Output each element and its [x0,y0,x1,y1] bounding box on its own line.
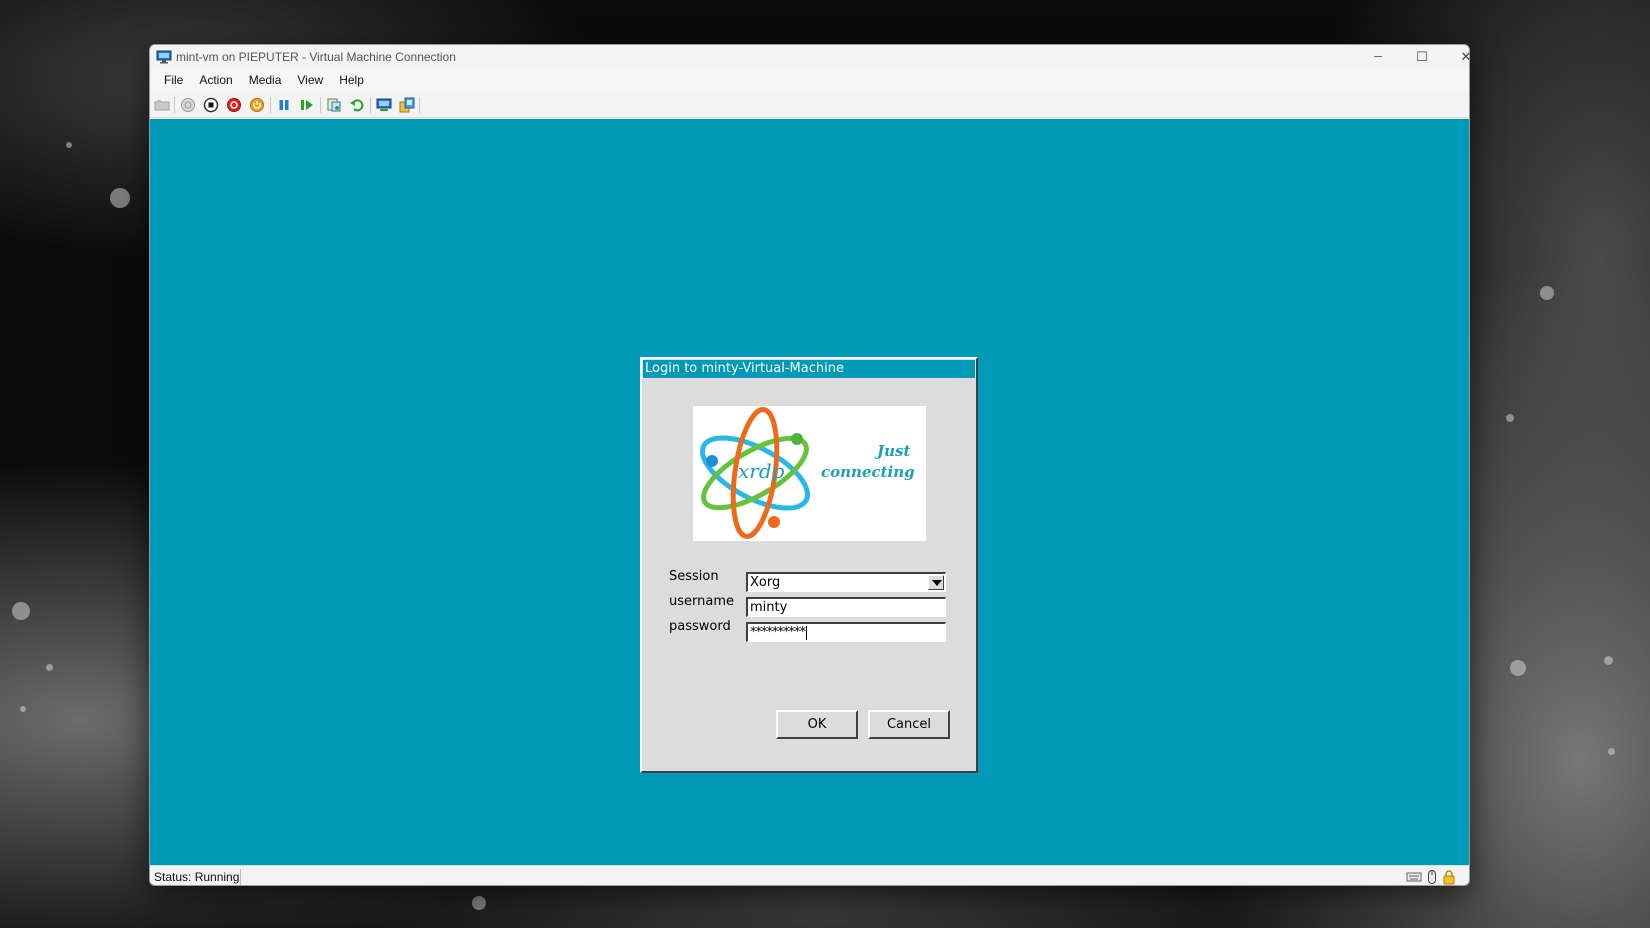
vm-connection-app-icon [156,50,172,64]
xrdp-login-dialog: Login to minty-Virtual-Machine xrdp Just… [640,357,978,773]
ctrl-alt-del-icon[interactable] [154,97,170,113]
toolbar-separator [370,97,371,113]
password-value: ********** [750,625,806,640]
cancel-button[interactable]: Cancel [868,710,950,739]
session-value: Xorg [750,575,781,590]
ok-button[interactable]: OK [776,710,858,739]
dialog-title[interactable]: Login to minty-Virtual-Machine [643,360,975,378]
password-input[interactable]: ********** [746,622,946,642]
chevron-down-icon[interactable] [928,575,944,590]
menu-view[interactable]: View [289,69,331,92]
username-label: username [669,594,734,609]
minimize-icon: ─ [1374,51,1382,63]
share-icon[interactable] [399,97,415,113]
keyboard-icon [1406,872,1422,882]
menu-bar: File Action Media View Help [150,69,1469,92]
background-bokeh [472,896,486,910]
vm-connection-window: mint-vm on PIEPUTER - Virtual Machine Co… [149,44,1470,886]
enhanced-session-icon[interactable] [376,97,392,113]
background-bokeh [1608,748,1615,755]
maximize-icon: ☐ [1416,49,1428,64]
start-icon[interactable] [180,97,196,113]
background-bokeh [1604,656,1613,665]
close-icon: ✕ [1461,49,1469,65]
toolbar-separator [174,97,175,113]
window-title: mint-vm on PIEPUTER - Virtual Machine Co… [176,50,456,64]
logo-xrdp-text: xrdp [738,459,785,483]
background-bokeh [1540,286,1554,300]
mouse-icon [1428,870,1436,884]
minimize-button[interactable]: ─ [1356,45,1400,69]
logo-tagline-line1: Just [877,442,911,460]
toolbar [150,92,1469,118]
menu-file[interactable]: File [156,69,191,92]
xrdp-atom-icon: xrdp [699,407,811,539]
status-bar: Status: Running [150,865,1469,885]
status-text: Status: Running [154,870,240,884]
username-value: minty [750,600,788,615]
toolbar-separator [270,97,271,113]
text-cursor [806,625,807,640]
session-label: Session [669,569,719,584]
background-bokeh [20,706,26,712]
checkpoint-icon[interactable] [326,97,342,113]
title-bar[interactable]: mint-vm on PIEPUTER - Virtual Machine Co… [150,45,1469,69]
password-label: password [669,619,731,634]
status-separator [240,869,241,885]
background-bokeh [46,664,53,671]
menu-media[interactable]: Media [241,69,290,92]
revert-icon[interactable] [349,97,365,113]
pause-icon[interactable] [276,97,292,113]
menu-action[interactable]: Action [191,69,240,92]
menu-help[interactable]: Help [331,69,372,92]
shut-down-icon[interactable] [226,97,242,113]
background-bokeh [66,142,72,148]
username-input[interactable]: minty [746,597,946,617]
close-button[interactable]: ✕ [1444,45,1469,69]
xrdp-logo: xrdp Just connecting [693,406,926,541]
background-bokeh [110,188,130,208]
resume-icon[interactable] [299,97,315,113]
lock-icon [1443,870,1455,885]
save-icon[interactable] [249,97,265,113]
toolbar-separator [320,97,321,113]
vm-display[interactable]: Login to minty-Virtual-Machine xrdp Just… [150,119,1469,865]
session-select[interactable]: Xorg [746,572,946,592]
logo-tagline-line2: connecting [821,463,915,481]
background-bokeh [1510,660,1526,676]
toolbar-separator [419,97,420,113]
turn-off-icon[interactable] [203,97,219,113]
background-bokeh [1506,414,1514,422]
background-bokeh [12,602,30,620]
maximize-button[interactable]: ☐ [1400,45,1444,69]
